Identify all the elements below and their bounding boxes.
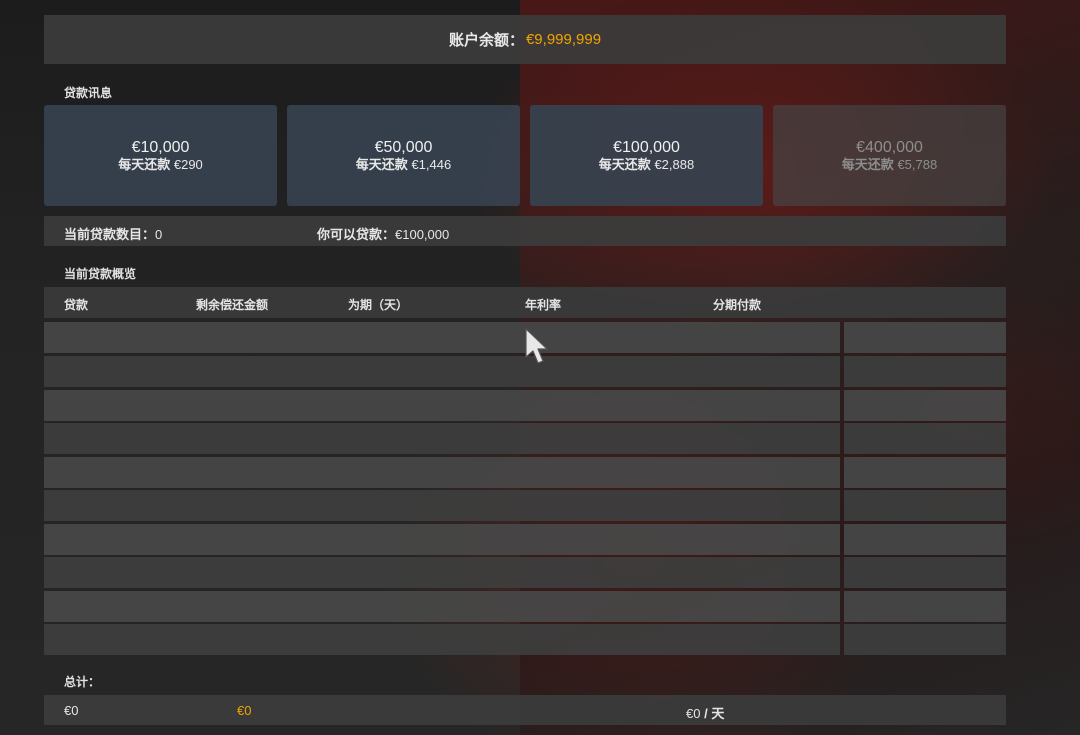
row-cell [44,624,840,655]
row-cell [44,390,840,421]
totals-label: 总计： [64,675,101,689]
loan-amount: €50,000 [374,138,433,156]
loan-option-100000[interactable]: €100,000 每天还款 €2,888 [530,105,763,206]
row-cell [44,457,840,488]
row-cell [44,524,840,555]
row-action-cell [844,490,1006,521]
loan-status-bar: 当前贷款数目：0 你可以贷款：€100,000 [44,216,1006,246]
row-cell [44,322,840,353]
total-remaining-amount: €0 [237,703,252,718]
column-header-interest-rate: 年利率 [525,298,562,312]
mouse-cursor-icon [525,328,548,364]
table-row [44,591,1006,622]
column-header-installment: 分期付款 [713,298,762,312]
available-loan-amount: 你可以贷款：€100,000 [317,227,450,242]
column-header-loan: 贷款 [64,298,89,312]
table-row [44,557,1006,588]
loan-overview-label: 当前贷款概览 [64,267,137,281]
column-header-term-days: 为期（天） [348,298,409,312]
row-action-cell [844,322,1006,353]
table-row [44,490,1006,521]
table-row [44,624,1006,655]
row-action-cell [844,591,1006,622]
row-cell [44,557,840,588]
row-action-cell [844,390,1006,421]
account-balance-bar: 账户余额： €9,999,999 [44,15,1006,64]
row-action-cell [844,624,1006,655]
loan-daily-payment: 每天还款 €290 [118,156,203,172]
current-loan-count: 当前贷款数目：0 [64,227,163,242]
row-action-cell [844,356,1006,387]
loan-option-10000[interactable]: €10,000 每天还款 €290 [44,105,277,206]
loan-daily-payment: 每天还款 €1,446 [355,156,452,172]
row-action-cell [844,557,1006,588]
table-row [44,390,1006,421]
row-cell [44,356,840,387]
loan-option-50000[interactable]: €50,000 每天还款 €1,446 [287,105,520,206]
loan-daily-payment: 每天还款 €2,888 [598,156,695,172]
row-cell [44,423,840,454]
balance-value: €9,999,999 [525,31,602,48]
loan-options: €10,000 每天还款 €290 €50,000 每天还款 €1,446 €1… [44,105,1006,206]
table-row [44,524,1006,555]
total-installment: €0 / 天 [686,706,725,721]
row-cell [44,591,840,622]
column-header-remaining: 剩余偿还金额 [196,298,269,312]
loan-amount: €10,000 [131,138,190,156]
total-loan-amount: €0 [64,703,79,718]
loan-amount: €400,000 [856,138,923,156]
loan-daily-payment: 每天还款 €5,788 [841,156,938,172]
loan-option-400000: €400,000 每天还款 €5,788 [773,105,1006,206]
balance-label: 账户余额： [448,32,524,49]
totals-bar: €0 €0 €0 / 天 [44,695,1006,725]
row-cell [44,490,840,521]
table-row [44,423,1006,454]
row-action-cell [844,423,1006,454]
loan-table-header: 贷款 剩余偿还金额 为期（天） 年利率 分期付款 [44,287,1006,318]
row-action-cell [844,457,1006,488]
loan-amount: €100,000 [613,138,680,156]
loan-info-label: 贷款讯息 [64,86,113,100]
table-row [44,457,1006,488]
row-action-cell [844,524,1006,555]
